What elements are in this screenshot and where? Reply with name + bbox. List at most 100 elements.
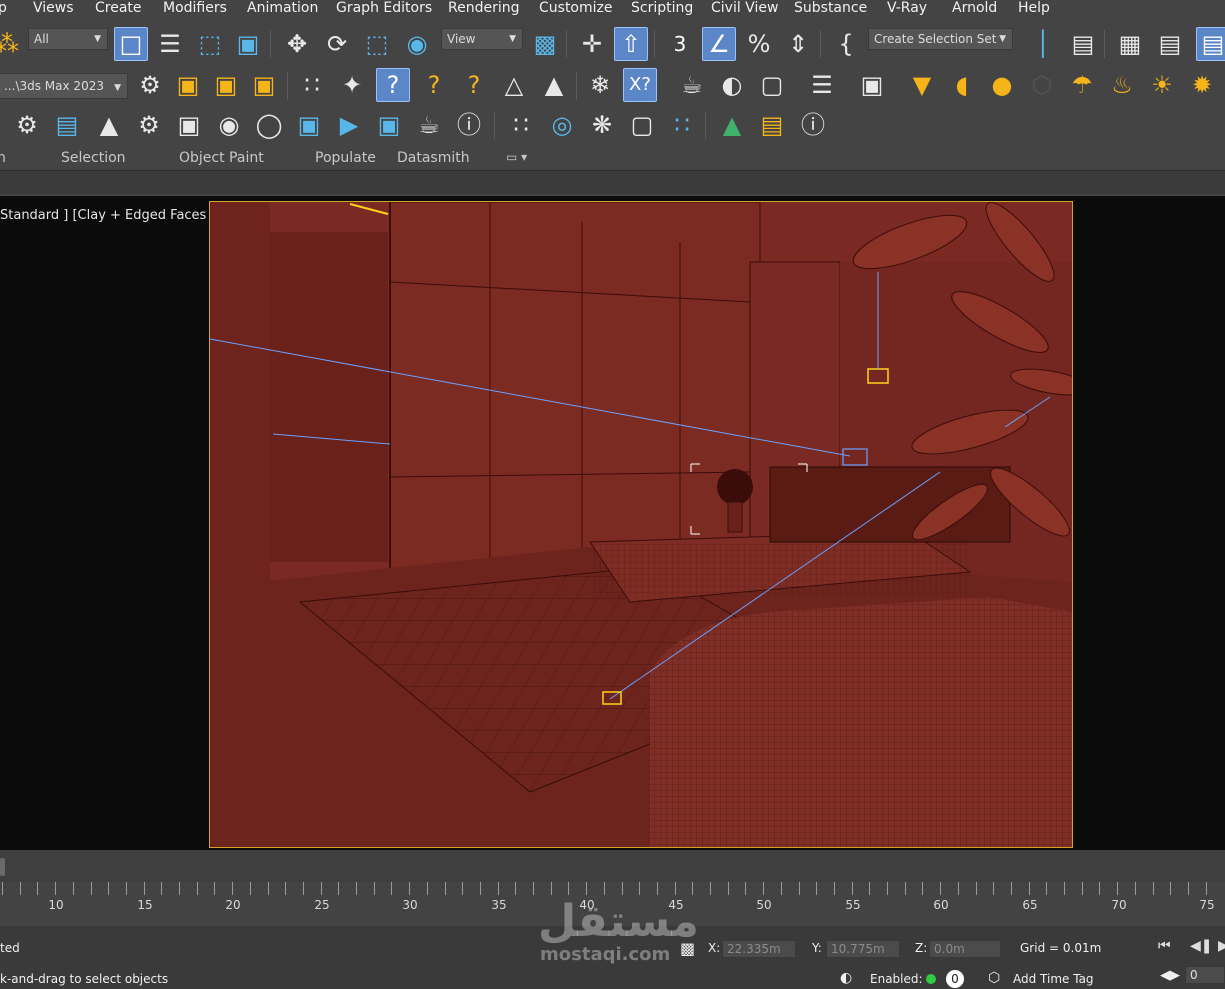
ribbon-tab-partial[interactable]: n	[0, 149, 6, 167]
menu-item-scripting[interactable]: Scripting	[631, 0, 693, 17]
teapot-render-button[interactable]: ☕	[412, 108, 446, 142]
angle-snap-button[interactable]: ∠	[702, 27, 736, 61]
menu-item-create[interactable]: Create	[95, 0, 142, 17]
forest-button[interactable]: ▲	[715, 108, 749, 142]
viewport-label[interactable]: Standard ] [Clay + Edged Faces ]	[0, 208, 216, 223]
add-time-tag[interactable]: Add Time Tag	[1013, 972, 1094, 986]
materials-button[interactable]: ▣	[171, 68, 205, 102]
snap-vertex-button[interactable]: ?	[376, 68, 410, 102]
sun-sphere-button[interactable]: ●	[985, 68, 1019, 102]
geodesic-button[interactable]: ⬡	[1025, 68, 1059, 102]
key-mode-icon[interactable]: ◀▶	[1160, 968, 1180, 983]
y-coord-field[interactable]: 10.775m	[826, 940, 900, 958]
rect-region-button[interactable]: ⬚	[193, 27, 227, 61]
gear-render-button[interactable]: ⚙	[132, 108, 166, 142]
render-material-button[interactable]: ▣	[172, 108, 206, 142]
project-folder-dropdown[interactable]: ...\3ds Max 2023 ▼	[0, 73, 128, 99]
link-button[interactable]: ⁂	[0, 27, 24, 61]
snap-edge-button[interactable]: ?	[417, 68, 451, 102]
layer-explorer-button[interactable]: ▤	[1153, 27, 1187, 61]
go-to-start-icon[interactable]: ⏮	[1158, 938, 1171, 954]
menu-item-substance[interactable]: Substance	[794, 0, 867, 17]
vfb-button[interactable]: ▣	[292, 108, 326, 142]
time-slider-knob[interactable]	[0, 858, 5, 876]
sun-button[interactable]: ☀	[1145, 68, 1179, 102]
help-button[interactable]: ⓘ	[452, 108, 486, 142]
ribbon-tab-object-paint[interactable]: Object Paint	[179, 149, 264, 167]
teapot-button[interactable]: ☕	[675, 68, 709, 102]
snap-pivot-button[interactable]: ✦	[335, 68, 369, 102]
scene-explorer-button[interactable]: ▦	[1113, 27, 1147, 61]
ref-coord-dropdown[interactable]: View ▼	[441, 28, 523, 50]
snap-face-button[interactable]: ?	[457, 68, 491, 102]
percent-snap-button[interactable]: %	[742, 27, 776, 61]
edit-named-sets-button[interactable]: {	[829, 27, 863, 61]
render-region-button[interactable]: ▣	[372, 108, 406, 142]
play-icon[interactable]: ▶	[1218, 938, 1225, 954]
menu-item-animation[interactable]: Animation	[247, 0, 318, 17]
x-coord-field[interactable]: 22.335m	[722, 940, 796, 958]
scatter-button[interactable]: ∷	[665, 108, 699, 142]
enabled-status-dot[interactable]	[926, 974, 936, 984]
menu-item-vray[interactable]: V-Ray	[887, 0, 927, 17]
dome-light-button[interactable]: ◖	[945, 68, 979, 102]
align-button[interactable]: ▤	[1066, 27, 1100, 61]
active-viewport[interactable]	[209, 201, 1073, 848]
z-coord-field[interactable]: 0.0m	[929, 940, 1001, 958]
move-button[interactable]: ✥	[280, 27, 314, 61]
place-button[interactable]: ◉	[400, 27, 434, 61]
burst-button[interactable]: ✹	[1185, 68, 1219, 102]
snap-perp-button[interactable]: ▲	[537, 68, 571, 102]
snap-3d-button[interactable]: 3	[663, 27, 697, 61]
render-cloud-button[interactable]: ⚙	[10, 108, 44, 142]
menu-item-partial[interactable]: p	[0, 0, 7, 17]
render-list-button[interactable]: ▤	[50, 108, 84, 142]
omni-light-button[interactable]: ☂	[1065, 68, 1099, 102]
menu-item-help[interactable]: Help	[1018, 0, 1050, 17]
menu-item-modifiers[interactable]: Modifiers	[163, 0, 227, 17]
snap-bbox-button[interactable]: △	[497, 68, 531, 102]
select-object-button[interactable]: □	[114, 27, 148, 61]
manage-project-button[interactable]: ⚙	[133, 68, 167, 102]
rotate-button[interactable]: ⟳	[320, 27, 354, 61]
box-button[interactable]: ▢	[755, 68, 789, 102]
help-button-2[interactable]: ⓘ	[796, 108, 830, 142]
ribbon-toggle-button[interactable]: ▤	[1196, 27, 1225, 61]
menu-item-civil-view[interactable]: Civil View	[711, 0, 778, 17]
menu-item-customize[interactable]: Customize	[539, 0, 613, 17]
camera-button[interactable]: ▣	[855, 68, 889, 102]
bulb-button[interactable]: ◯	[252, 108, 286, 142]
spinner-snap-button[interactable]: ⇕	[781, 27, 815, 61]
camera-shot-button[interactable]: ◐	[715, 68, 749, 102]
mirror-button[interactable]: │	[1026, 27, 1060, 61]
ribbon-tab-selection[interactable]: Selection	[61, 149, 126, 167]
current-frame-field[interactable]: 0	[1185, 966, 1225, 984]
menu-item-views[interactable]: Views	[33, 0, 74, 17]
snap-grid-button[interactable]: ∷	[295, 68, 329, 102]
ribbon-tab-datasmith[interactable]: Datasmith	[397, 149, 470, 167]
render-setup-button[interactable]: ▣	[247, 68, 281, 102]
menu-item-arnold[interactable]: Arnold	[952, 0, 997, 17]
ribbon-options-icon[interactable]: ▭ ▾	[506, 148, 527, 166]
selection-filter-dropdown[interactable]: All ▼	[28, 28, 108, 50]
brush-button[interactable]: ▢	[625, 108, 659, 142]
list-button[interactable]: ☰	[805, 68, 839, 102]
pivot-points-button[interactable]: ∷	[504, 108, 538, 142]
scale-button[interactable]: ⬚	[360, 27, 394, 61]
select-manipulate-button[interactable]: ✛	[575, 27, 609, 61]
freeze-button[interactable]: ❄	[583, 68, 617, 102]
previous-frame-icon[interactable]: ◀❚	[1190, 938, 1213, 954]
menu-item-rendering[interactable]: Rendering	[448, 0, 520, 17]
tree-button[interactable]: ▲	[92, 108, 126, 142]
isolate-icon[interactable]: ◐	[840, 970, 852, 986]
pivot-center-button[interactable]: ▩	[528, 27, 562, 61]
window-crossing-button[interactable]: ▣	[231, 27, 265, 61]
keyboard-shortcut-button[interactable]: ⇧	[614, 27, 648, 61]
ribbon-tab-populate[interactable]: Populate	[315, 149, 376, 167]
render-view-button[interactable]: ▶	[332, 108, 366, 142]
flame-light-button[interactable]: ♨	[1105, 68, 1139, 102]
particle-button[interactable]: ❋	[585, 108, 619, 142]
spot-light-button[interactable]: ▼	[905, 68, 939, 102]
time-slider[interactable]	[0, 850, 1225, 882]
notes-button[interactable]: ▤	[755, 108, 789, 142]
